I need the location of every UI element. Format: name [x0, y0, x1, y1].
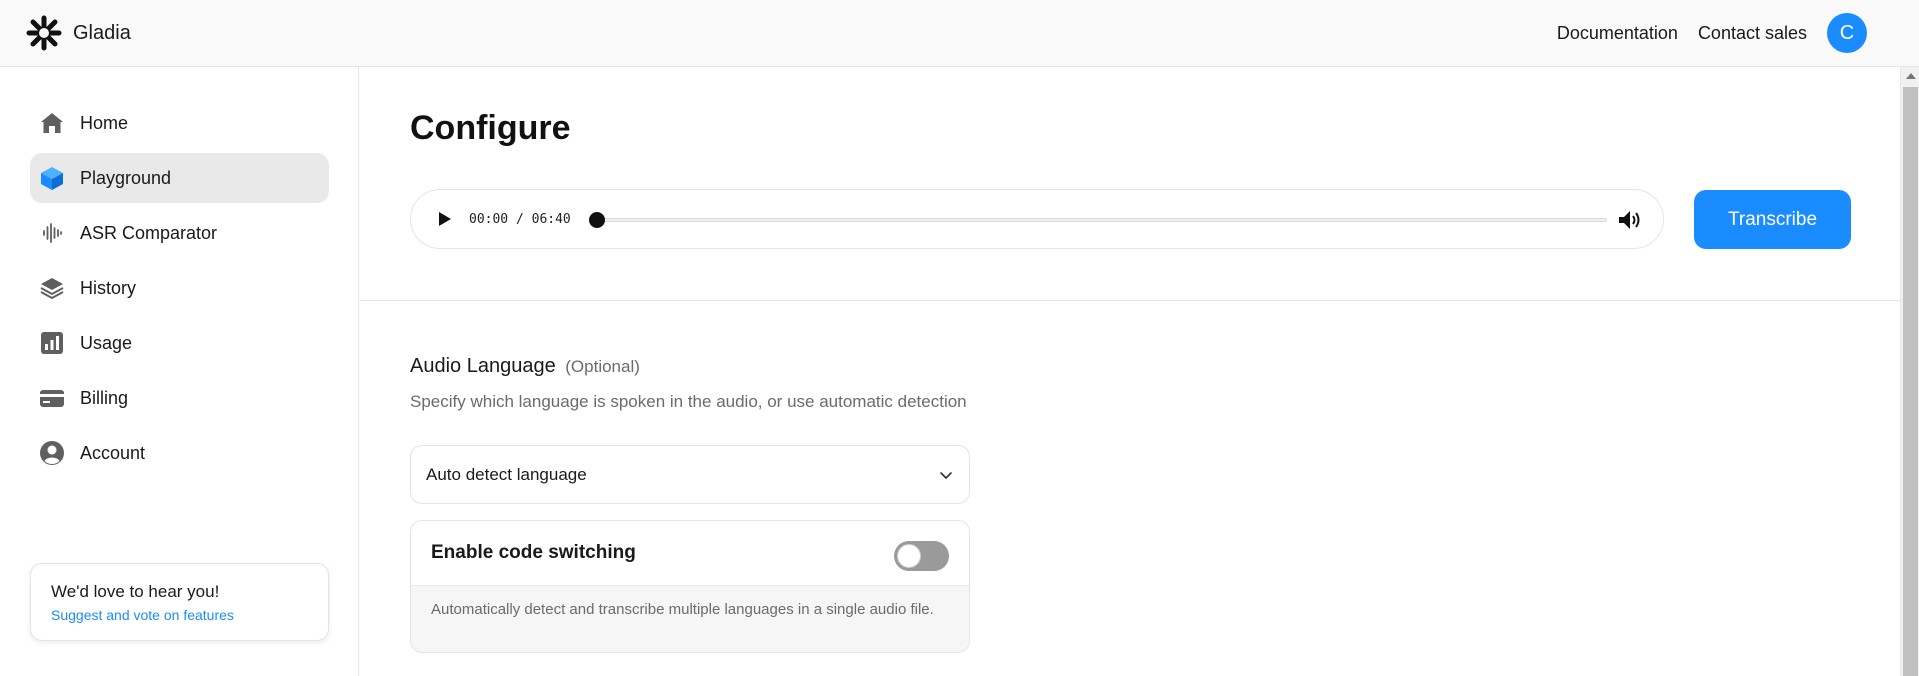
sidebar-item-playground[interactable]: Playground — [30, 153, 329, 203]
user-circle-icon — [38, 439, 66, 467]
play-icon[interactable] — [433, 207, 457, 231]
brand[interactable]: Gladia — [25, 14, 131, 52]
top-links: Documentation Contact sales C — [1557, 0, 1867, 66]
current-time: 00:00 — [469, 211, 509, 227]
avatar[interactable]: C — [1827, 13, 1867, 53]
time-separator: / — [515, 211, 524, 227]
seek-track[interactable] — [597, 218, 1607, 222]
home-icon — [38, 109, 66, 137]
sidebar-item-label: Playground — [80, 167, 172, 188]
main-content: Configure 00:00 / 06:40 Transcribe Audio… — [360, 67, 1900, 676]
cube-icon — [38, 164, 66, 192]
documentation-link[interactable]: Documentation — [1557, 23, 1678, 44]
audio-player: 00:00 / 06:40 — [410, 189, 1664, 249]
page-title: Configure — [410, 109, 571, 147]
sidebar-item-home[interactable]: Home — [30, 98, 329, 148]
language-select-value: Auto detect language — [426, 464, 587, 484]
sidebar-item-account[interactable]: Account — [30, 428, 329, 478]
divider — [360, 300, 1900, 301]
language-select[interactable]: Auto detect language — [410, 445, 970, 504]
brand-name: Gladia — [73, 21, 131, 44]
top-bar: Gladia Documentation Contact sales C — [0, 0, 1919, 67]
audio-language-heading: Audio Language (Optional) — [410, 355, 640, 378]
scrollbar[interactable] — [1900, 67, 1919, 676]
time-display: 00:00 / 06:40 — [469, 212, 571, 227]
transcribe-button[interactable]: Transcribe — [1694, 190, 1851, 249]
code-switching-header: Enable code switching — [411, 521, 969, 586]
volume-icon[interactable] — [1617, 207, 1643, 233]
sidebar-item-label: Usage — [80, 332, 133, 353]
scroll-thumb[interactable] — [1903, 87, 1918, 676]
audio-language-title: Audio Language — [410, 355, 556, 377]
sidebar-item-label: History — [80, 277, 137, 298]
sidebar-item-label: Home — [80, 112, 129, 133]
contact-sales-link[interactable]: Contact sales — [1698, 23, 1807, 44]
sidebar-item-history[interactable]: History — [30, 263, 329, 313]
sidebar-item-label: Billing — [80, 387, 129, 408]
sidebar-item-billing[interactable]: Billing — [30, 373, 329, 423]
code-switching-description: Automatically detect and transcribe mult… — [411, 586, 969, 652]
sidebar-item-usage[interactable]: Usage — [30, 318, 329, 368]
sidebar-item-asr-comparator[interactable]: ASR Comparator — [30, 208, 329, 258]
code-switching-title: Enable code switching — [431, 542, 636, 563]
optional-label: (Optional) — [565, 357, 640, 376]
suggest-features-link[interactable]: Suggest and vote on features — [51, 607, 308, 623]
gladia-logo-icon — [26, 15, 62, 51]
seek-handle[interactable] — [589, 212, 605, 228]
feedback-card: We'd love to hear you! Suggest and vote … — [30, 563, 329, 641]
scroll-up-arrow-icon[interactable] — [1906, 73, 1916, 79]
code-switching-card: Enable code switching Automatically dete… — [410, 520, 970, 653]
bar-chart-icon — [38, 329, 66, 357]
code-switching-toggle[interactable] — [894, 541, 949, 571]
duration: 06:40 — [531, 211, 571, 227]
feedback-title: We'd love to hear you! — [51, 582, 220, 601]
toggle-knob — [897, 544, 921, 568]
credit-card-icon — [38, 384, 66, 412]
layers-icon — [38, 274, 66, 302]
sidebar-item-label: Account — [80, 442, 146, 463]
audio-language-description: Specify which language is spoken in the … — [410, 392, 967, 411]
sidebar-item-label: ASR Comparator — [80, 222, 218, 243]
sidebar: Home Playground ASR Comparator History U… — [0, 67, 359, 676]
waveform-icon — [38, 219, 66, 247]
chevron-down-icon — [940, 472, 952, 479]
